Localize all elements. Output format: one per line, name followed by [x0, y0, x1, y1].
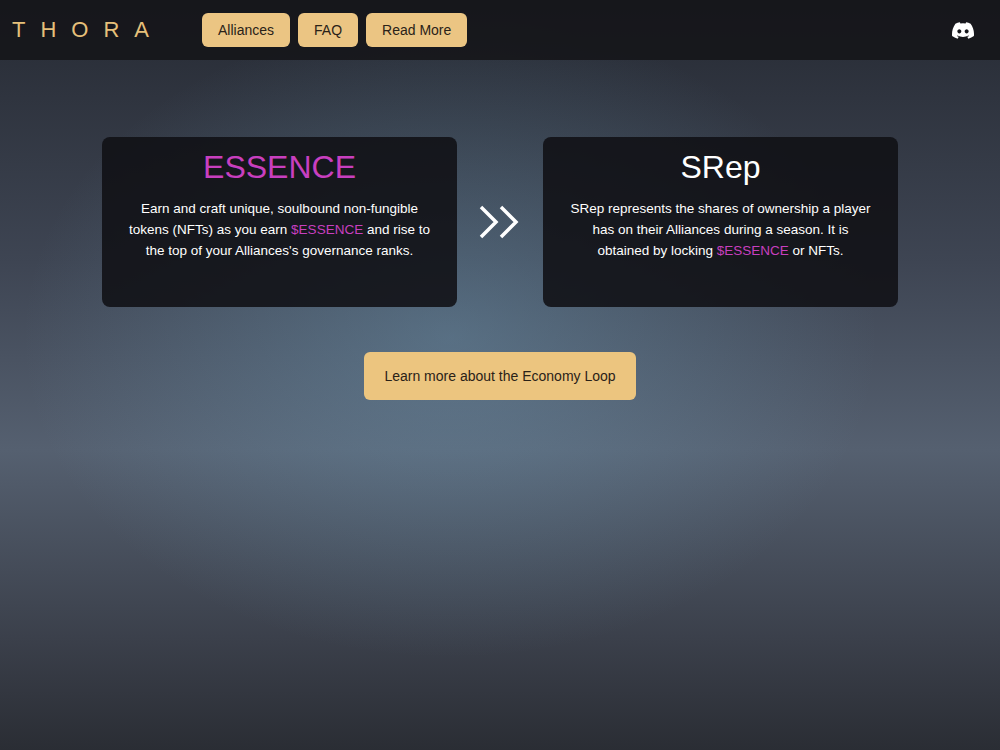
nav-bar: THORAAlliancesFAQRead More: [0, 0, 1000, 60]
double-chevron-icon: [477, 204, 523, 240]
nav-button[interactable]: Alliances: [202, 13, 290, 47]
logo[interactable]: THORA: [12, 17, 202, 43]
card-body: SRep represents the shares of ownership …: [567, 198, 874, 261]
nav-button[interactable]: FAQ: [298, 13, 358, 47]
economy-loop-button[interactable]: Learn more about the Economy Loop: [364, 352, 635, 400]
card-title: SRep: [567, 149, 874, 186]
card-title: ESSENCE: [126, 149, 433, 186]
info-card: SRep SRep represents the shares of owners…: [543, 137, 898, 307]
nav-button[interactable]: Read More: [366, 13, 467, 47]
card-body: Earn and craft unique, soulbound non-fun…: [126, 198, 433, 261]
info-card: ESSENCE Earn and craft unique, soulbound …: [102, 137, 457, 307]
page: THORAAlliancesFAQRead More ESSENCE Earn an…: [0, 0, 1000, 750]
discord-icon[interactable]: [952, 22, 974, 39]
